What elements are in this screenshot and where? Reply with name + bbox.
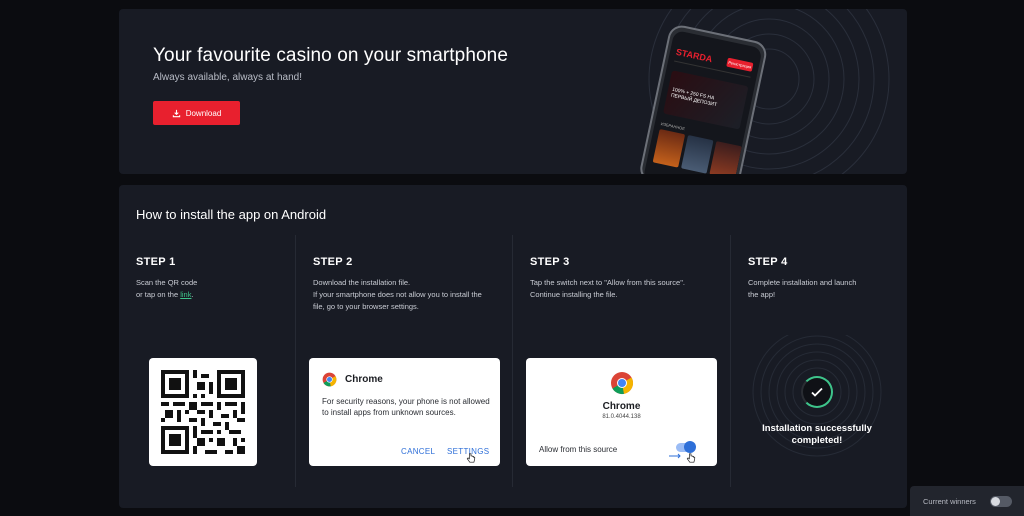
download-label: Download bbox=[185, 108, 222, 118]
step-text: or tap on the link. bbox=[136, 289, 197, 301]
step-text: Continue installing the file. bbox=[530, 290, 618, 299]
install-complete-illustration: Installation successfully completed! bbox=[746, 335, 888, 477]
step-text: the app! bbox=[748, 290, 776, 299]
success-text: completed! bbox=[791, 435, 843, 446]
hand-pointer-icon bbox=[466, 453, 476, 463]
check-icon bbox=[811, 387, 823, 397]
download-icon bbox=[172, 109, 180, 117]
dialog-cancel-button: CANCEL bbox=[401, 447, 436, 456]
security-dialog-illustration: Chrome For security reasons, your phone … bbox=[309, 358, 500, 466]
step-description: Tap the switch next to "Allow from this … bbox=[530, 277, 685, 301]
step-description: Scan the QR code or tap on the link. bbox=[136, 277, 197, 301]
phone-game-tile bbox=[709, 141, 742, 174]
current-winners-label: Current winners bbox=[923, 496, 976, 506]
step-text: Complete installation and launch bbox=[748, 278, 857, 287]
phone-register-button: Регистрация bbox=[726, 57, 754, 72]
step-1: STEP 1 Scan the QR code or tap on the li… bbox=[119, 235, 295, 487]
app-promo-banner: Your favourite casino on your smartphone… bbox=[119, 9, 907, 174]
dialog-message: For security reasons, your phone is not … bbox=[322, 397, 490, 417]
step-label: STEP 1 bbox=[136, 256, 176, 268]
step-text: If your smartphone does not allow you to… bbox=[313, 290, 482, 299]
step-text: file, go to your browser settings. bbox=[313, 302, 419, 311]
step-text-suffix: . bbox=[191, 290, 194, 299]
app-version: 81.0.4044.138 bbox=[602, 414, 641, 420]
step-3: STEP 3 Tap the switch next to "Allow fro… bbox=[512, 235, 730, 487]
qr-code[interactable] bbox=[149, 358, 257, 466]
install-guide: How to install the app on Android STEP 1… bbox=[119, 185, 907, 508]
allow-source-illustration: Chrome 81.0.4044.138 Allow from this sou… bbox=[526, 358, 717, 466]
current-winners-toggle[interactable] bbox=[989, 495, 1012, 507]
chrome-icon bbox=[322, 372, 337, 387]
step-label: STEP 4 bbox=[748, 256, 788, 268]
current-winners-widget: Current winners bbox=[910, 486, 1024, 516]
allow-source-toggle bbox=[676, 441, 696, 453]
step-description: Complete installation and launch the app… bbox=[748, 277, 856, 301]
hand-pointer-icon bbox=[686, 453, 696, 463]
allow-source-label: Allow from this source bbox=[539, 445, 618, 454]
step-2: STEP 2 Download the installation file. I… bbox=[295, 235, 512, 487]
phone-game-tile bbox=[681, 135, 714, 174]
step-4: STEP 4 Complete installation and launch … bbox=[730, 235, 907, 487]
install-link[interactable]: link bbox=[180, 290, 191, 299]
success-message: Installation successfully completed! bbox=[746, 423, 888, 447]
step-text: Download the installation file. bbox=[313, 278, 411, 287]
arrow-icon bbox=[669, 453, 681, 459]
dialog-app-name: Chrome bbox=[345, 374, 383, 385]
qr-code-image bbox=[161, 370, 245, 454]
step-label: STEP 2 bbox=[313, 256, 353, 268]
step-text-prefix: or tap on the bbox=[136, 290, 181, 299]
step-text: Tap the switch next to "Allow from this … bbox=[530, 278, 685, 287]
download-button[interactable]: Download bbox=[153, 101, 240, 125]
success-badge bbox=[801, 376, 833, 408]
success-text: Installation successfully bbox=[762, 423, 872, 434]
step-text: Scan the QR code bbox=[136, 278, 198, 287]
chrome-icon bbox=[611, 372, 634, 395]
promo-subtitle: Always available, always at hand! bbox=[153, 72, 302, 83]
phone-game-tile bbox=[652, 128, 686, 168]
step-label: STEP 3 bbox=[530, 256, 570, 268]
install-title: How to install the app on Android bbox=[136, 207, 327, 222]
step-description: Download the installation file. If your … bbox=[313, 277, 482, 313]
promo-title: Your favourite casino on your smartphone bbox=[153, 45, 509, 66]
app-name: Chrome bbox=[602, 401, 641, 412]
